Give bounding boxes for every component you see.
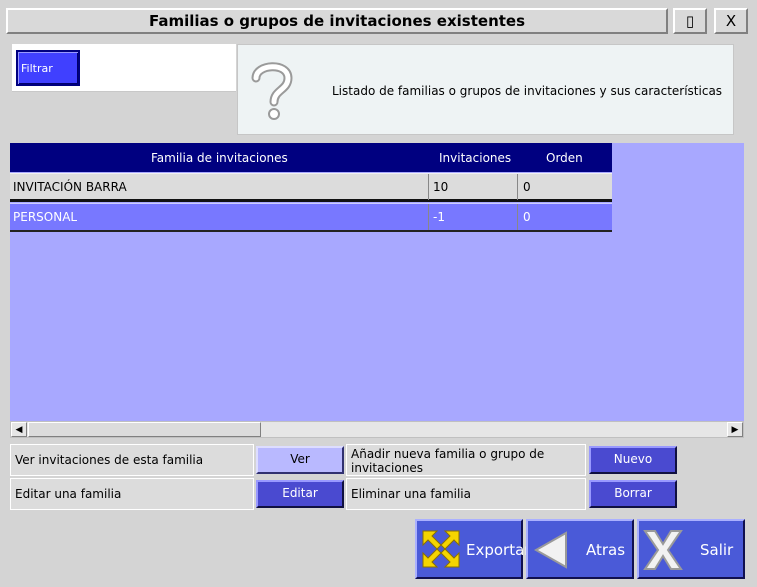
cell-orden: 0 bbox=[523, 180, 531, 194]
cell-divider bbox=[428, 204, 429, 230]
nuevo-description: Añadir nueva familia o grupo de invitaci… bbox=[346, 444, 586, 476]
salir-button[interactable]: Salir bbox=[637, 519, 745, 579]
borrar-description: Eliminar una familia bbox=[346, 478, 586, 510]
scrollbar-thumb[interactable] bbox=[28, 422, 261, 437]
column-header-orden[interactable]: Orden bbox=[546, 151, 583, 165]
cell-familia: INVITACIÓN BARRA bbox=[13, 180, 127, 194]
column-header-invitaciones[interactable]: Invitaciones bbox=[439, 151, 511, 165]
cell-divider bbox=[428, 174, 429, 200]
cell-familia: PERSONAL bbox=[13, 210, 78, 224]
expand-arrows-icon bbox=[422, 530, 460, 568]
table-row[interactable]: INVITACIÓN BARRA 10 0 bbox=[10, 173, 612, 202]
salir-label: Salir bbox=[700, 541, 734, 559]
column-header-familia[interactable]: Familia de invitaciones bbox=[151, 151, 288, 165]
scroll-left-icon[interactable]: ◀ bbox=[11, 422, 27, 437]
atras-label: Atras bbox=[586, 541, 626, 559]
maximize-button[interactable]: ▯ bbox=[673, 8, 707, 34]
cell-divider bbox=[517, 174, 518, 200]
horizontal-scrollbar[interactable]: ◀ ▶ bbox=[10, 421, 744, 438]
exportar-button[interactable]: Exportar bbox=[415, 519, 530, 579]
table-header: Familia de invitaciones Invitaciones Ord… bbox=[10, 143, 612, 172]
cell-divider bbox=[517, 204, 518, 230]
exportar-label: Exportar bbox=[466, 541, 531, 559]
window-title: Familias o grupos de invitaciones existe… bbox=[6, 8, 668, 34]
close-button[interactable]: X bbox=[714, 8, 748, 34]
question-mark-icon bbox=[251, 62, 293, 120]
back-arrow-icon bbox=[534, 531, 567, 569]
ver-button[interactable]: Ver bbox=[256, 446, 344, 474]
editar-button[interactable]: Editar bbox=[256, 480, 344, 508]
atras-button[interactable]: Atras bbox=[526, 519, 634, 579]
cell-orden: 0 bbox=[523, 210, 531, 224]
editar-description: Editar una familia bbox=[10, 478, 254, 510]
filter-button[interactable]: Filtrar bbox=[16, 50, 80, 86]
exit-x-icon bbox=[643, 530, 683, 570]
nuevo-button[interactable]: Nuevo bbox=[589, 446, 677, 474]
ver-description: Ver invitaciones de esta familia bbox=[10, 444, 254, 476]
table-row-selected[interactable]: PERSONAL -1 0 bbox=[10, 203, 612, 232]
cell-invitaciones: 10 bbox=[433, 180, 449, 194]
borrar-button[interactable]: Borrar bbox=[589, 480, 677, 508]
scroll-right-icon[interactable]: ▶ bbox=[727, 422, 743, 437]
info-text: Listado de familias o grupos de invitaci… bbox=[332, 84, 723, 98]
cell-invitaciones: -1 bbox=[433, 210, 445, 224]
